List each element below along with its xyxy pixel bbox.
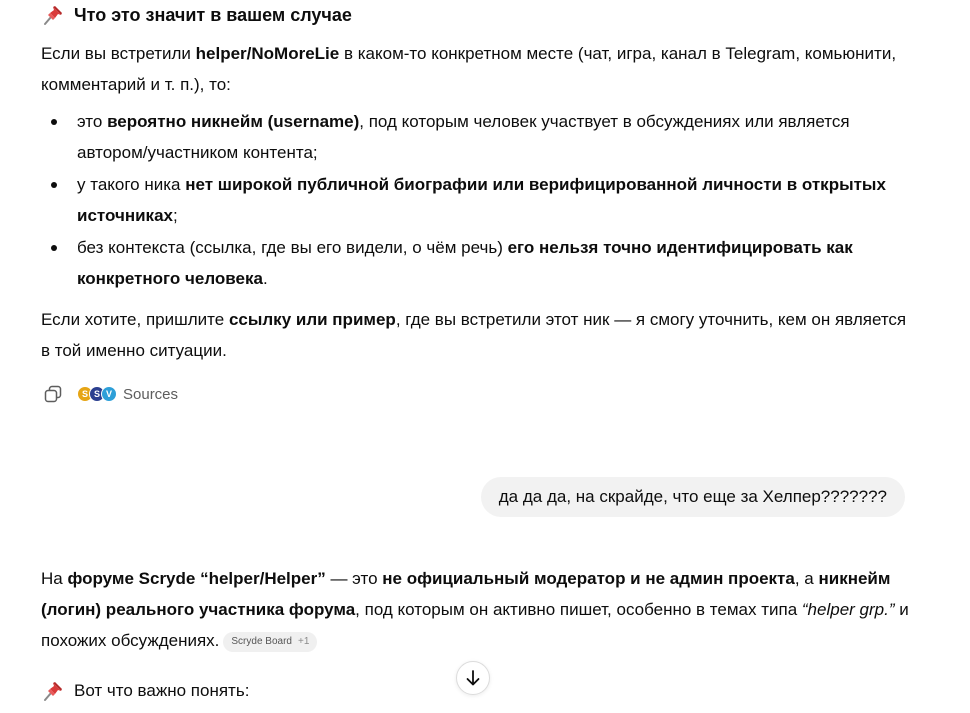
list-item: без контекста (ссылка, где вы его видели…	[41, 232, 911, 294]
message-actions: S S V Sources	[41, 381, 178, 407]
bullet-list: это вероятно никнейм (username), под кот…	[41, 106, 911, 295]
citation-chip-more: +1	[297, 636, 310, 647]
citation-chip[interactable]: Scryde Board +1	[223, 631, 318, 652]
pushpin-icon	[41, 679, 65, 703]
outro-paragraph: Если хотите, пришлите ссылку или пример,…	[41, 310, 907, 360]
user-message-text: да да да, на скрайде, что еще за Хелпер?…	[498, 487, 887, 506]
list-item: у такого ника нет широкой публичной биог…	[41, 169, 911, 231]
section-heading-text: Что это значит в вашем случае	[74, 5, 352, 25]
section-heading-2: Вот что важно понять:	[41, 679, 249, 703]
section-heading-2-text: Вот что важно понять:	[74, 681, 250, 700]
scroll-to-bottom-button[interactable]	[456, 661, 490, 695]
user-message-bubble: да да да, на скрайде, что еще за Хелпер?…	[480, 477, 905, 517]
copy-icon	[44, 385, 62, 403]
intro-nickname: helper/NoMoreLie	[195, 44, 340, 63]
intro-paragraph: Если вы встретили helper/NoMoreLie в как…	[41, 38, 911, 100]
intro-text-1: Если вы встретили	[41, 44, 196, 63]
sources-label: Sources	[123, 385, 179, 403]
list-item: это вероятно никнейм (username), под кот…	[41, 106, 911, 168]
citation-chip-label: Scryde Board	[231, 636, 292, 647]
copy-button[interactable]	[41, 382, 65, 406]
answer-paragraph: На форуме Scryde “helper/Helper” — это н…	[41, 563, 911, 656]
source-icon-3: V	[101, 386, 117, 402]
sources-button[interactable]: S S V Sources	[77, 386, 178, 403]
section-heading: Что это значит в вашем случае	[41, 3, 352, 27]
pushpin-icon	[41, 3, 65, 27]
arrow-down-icon	[466, 670, 480, 686]
